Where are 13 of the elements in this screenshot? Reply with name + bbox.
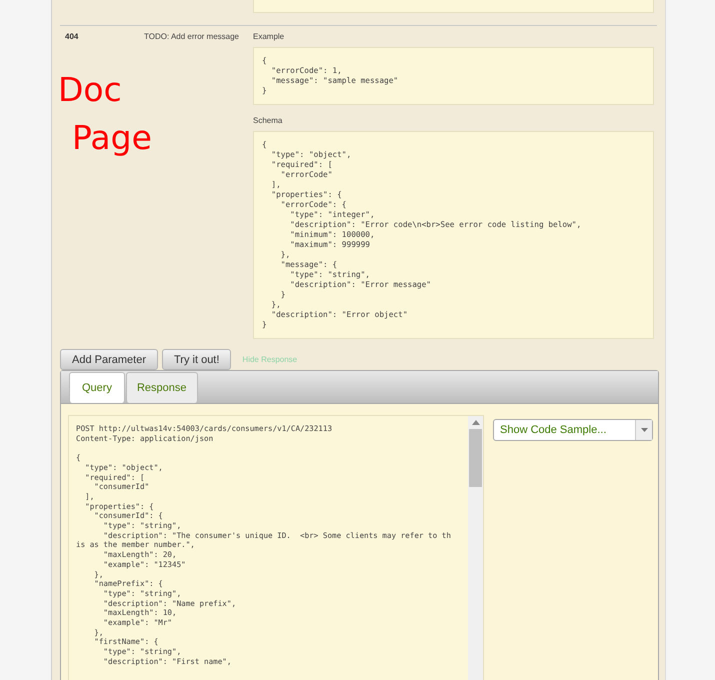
scrollbar-thumb[interactable] [469, 429, 482, 487]
action-button[interactable]: Try it out! [162, 349, 232, 370]
handwritten-note: Doc Page [58, 69, 152, 159]
code-sample-select[interactable]: Show Code Sample... [493, 419, 653, 441]
example-label: Example [253, 32, 286, 41]
schema-label: Schema [253, 116, 284, 125]
tab[interactable]: Query [69, 372, 125, 403]
scroll-up-icon[interactable] [472, 420, 480, 425]
status-code: 404 [65, 32, 80, 41]
action-button[interactable]: Add Parameter [60, 349, 158, 370]
tab[interactable]: Response [126, 372, 198, 403]
dropdown-caret-icon [640, 428, 648, 432]
response-message: TODO: Add error message [144, 32, 240, 41]
